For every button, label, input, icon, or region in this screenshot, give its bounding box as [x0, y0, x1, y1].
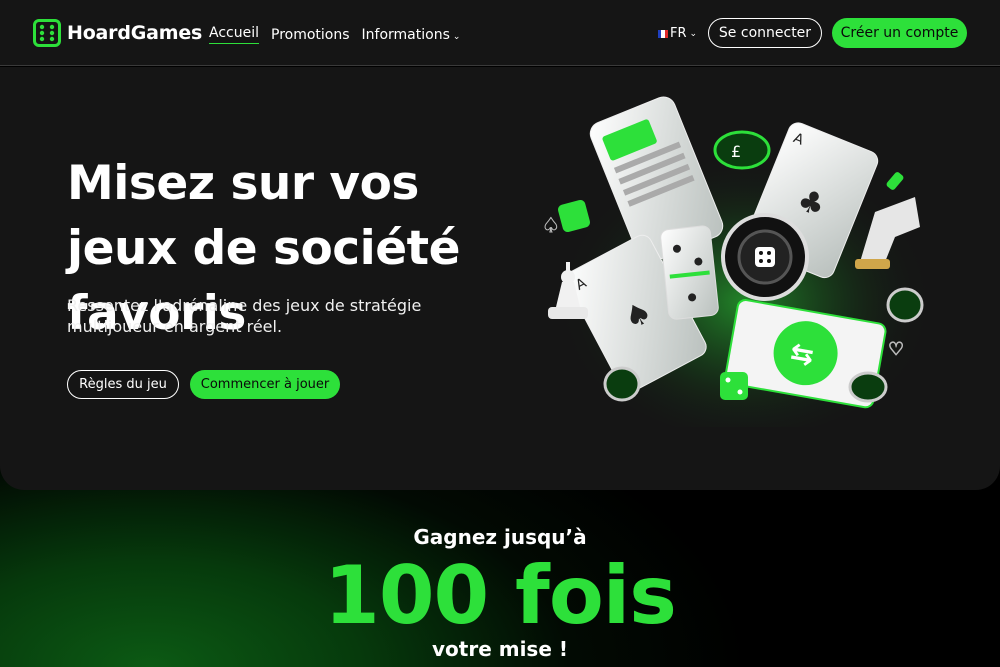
- hero-subtitle: Ressentez l'adrénaline des jeux de strat…: [67, 296, 422, 336]
- nav-item-label: Informations: [361, 26, 450, 43]
- nav-item-informations[interactable]: Informations ⌄: [362, 27, 461, 43]
- brand-logo[interactable]: HoardGames: [33, 19, 202, 47]
- chevron-down-icon: ⌄: [689, 28, 698, 39]
- rules-button[interactable]: Règles du jeu: [67, 370, 179, 399]
- login-button[interactable]: Se connecter: [708, 18, 822, 48]
- board-games-illustration: A ♠ A ♣ ⇆ £ ♠ ♡: [542, 96, 935, 427]
- win-multiplier: 100 fois: [324, 549, 677, 642]
- dice-logo-icon: [33, 19, 61, 47]
- hero-section: Misez sur vos jeux de société favoris Re…: [0, 67, 1000, 490]
- flag-fr-icon: [658, 29, 668, 38]
- language-label: FR: [670, 26, 687, 41]
- win-line-3: votre mise !: [432, 637, 568, 661]
- top-header: HoardGames Accueil Promotions Informatio…: [0, 0, 1000, 66]
- start-playing-button[interactable]: Commencer à jouer: [190, 370, 340, 399]
- chevron-down-icon: ⌄: [452, 31, 461, 42]
- heart-outline-icon: ♡: [888, 339, 904, 360]
- svg-text:£: £: [731, 142, 741, 161]
- green-pawn-icon: [886, 172, 904, 190]
- spade-outline-icon: ♠: [542, 213, 560, 237]
- nav-item-accueil[interactable]: Accueil: [209, 25, 259, 44]
- poker-chip-icon: [721, 213, 809, 301]
- signup-button[interactable]: Créer un compte: [832, 18, 967, 48]
- brand-name: HoardGames: [67, 22, 203, 44]
- main-nav: Accueil Promotions Informations ⌄: [209, 25, 472, 44]
- win-line-1: Gagnez jusqu’à: [413, 525, 587, 549]
- domino-icon: [660, 225, 719, 320]
- nav-item-promotions[interactable]: Promotions: [271, 27, 350, 43]
- language-selector[interactable]: FR ⌄: [658, 26, 697, 41]
